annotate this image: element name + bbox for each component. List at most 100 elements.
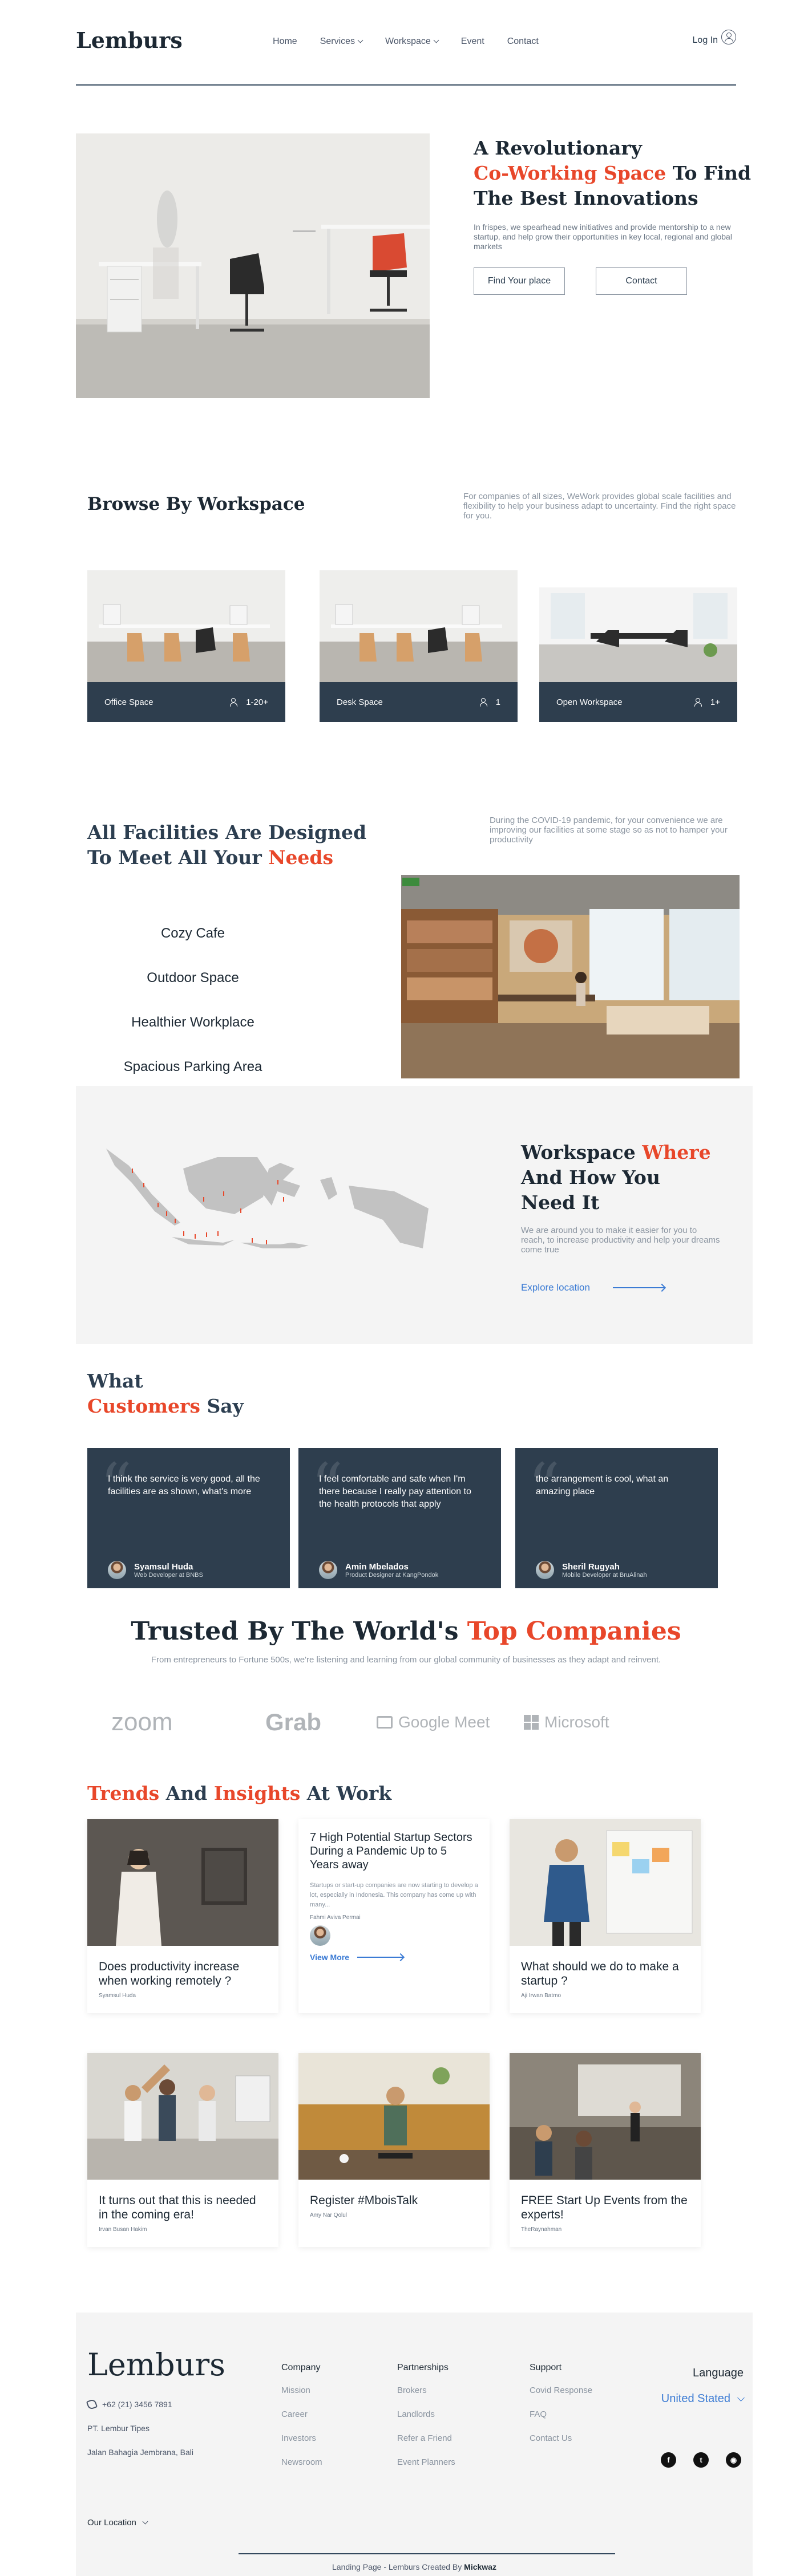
- article-title: It turns out that this is needed in the …: [99, 2194, 256, 2221]
- browse-description: For companies of all sizes, WeWork provi…: [463, 492, 736, 521]
- trends-title-accent: Insights: [213, 1782, 301, 1804]
- video-camera-icon: [377, 1716, 393, 1729]
- person-role: Mobile Developer at BruAlinah: [562, 1571, 647, 1579]
- chevron-down-icon: [357, 37, 363, 43]
- testimonial-person: Syamsul Huda Web Developer at BNBS: [108, 1561, 203, 1579]
- footer-link[interactable]: Brokers: [397, 2386, 455, 2409]
- footer-link[interactable]: Investors: [281, 2433, 322, 2457]
- article-card[interactable]: Register #MboisTalk Amy Nar Qolul: [298, 2053, 490, 2247]
- article-card[interactable]: Does productivity increase when working …: [87, 1819, 278, 2013]
- hero-text-block: A Revolutionary Co-Working Space To Find …: [474, 136, 753, 295]
- login-label: Log In: [692, 35, 718, 45]
- explore-location-link[interactable]: Explore location: [521, 1282, 721, 1293]
- credit-text: Landing Page - Lemburs Created By: [332, 2562, 464, 2571]
- facility-item[interactable]: Healthier Workplace: [87, 1000, 298, 1045]
- article-author: TheRaynahman: [521, 2226, 562, 2233]
- article-card[interactable]: FREE Start Up Events from the experts! T…: [510, 2053, 701, 2247]
- our-location-dropdown[interactable]: Our Location: [87, 2518, 148, 2528]
- people-icon: [230, 698, 240, 707]
- hero-section: A Revolutionary Co-Working Space To Find …: [0, 86, 812, 411]
- article-image: [298, 2053, 490, 2180]
- featured-article-excerpt: Startups or start-up companies are now s…: [310, 1882, 478, 1908]
- facilities-list: Cozy Cafe Outdoor Space Healthier Workpl…: [87, 911, 298, 1089]
- language-dropdown[interactable]: United Stated: [647, 2392, 745, 2405]
- footer-phone: +62 (21) 3456 7891: [86, 2392, 193, 2416]
- arrow-right-icon: [612, 1287, 664, 1288]
- workspace-card-bar: Desk Space 1: [320, 682, 518, 722]
- article-body: What should we do to make a startup ? Aj…: [510, 1946, 701, 2009]
- grab-logo: Grab: [265, 1709, 322, 1735]
- workspace-card-desk[interactable]: Desk Space 1: [320, 570, 518, 722]
- workspace-name: Open Workspace: [556, 697, 623, 707]
- hero-buttons: Find Your place Contact: [474, 267, 753, 295]
- facilities-description: During the COVID-19 pandemic, for your c…: [490, 816, 728, 845]
- article-author: Aji Irwan Batmo: [521, 1993, 561, 1999]
- hero-title: A Revolutionary Co-Working Space To Find …: [474, 136, 753, 211]
- footer-logo[interactable]: Lemburs: [87, 2347, 225, 2383]
- person-name: Syamsul Huda: [134, 1561, 193, 1572]
- trends-title-part: And: [159, 1782, 214, 1804]
- instagram-icon[interactable]: ◉: [726, 2452, 741, 2468]
- microsoft-label: Microsoft: [544, 1713, 609, 1731]
- nav-event[interactable]: Event: [461, 36, 484, 47]
- footer-link[interactable]: Mission: [281, 2386, 322, 2409]
- avatar: [536, 1561, 554, 1579]
- footer-link[interactable]: FAQ: [530, 2409, 592, 2433]
- footer-divider: [239, 2553, 615, 2554]
- footer-link[interactable]: Career: [281, 2409, 322, 2433]
- twitter-icon[interactable]: t: [693, 2452, 709, 2468]
- person-role: Product Designer at KangPondok: [345, 1571, 439, 1579]
- facility-item[interactable]: Spacious Parking Area: [87, 1045, 298, 1089]
- credit-author[interactable]: Mickwaz: [464, 2562, 496, 2571]
- customers-title: What Customers Say: [87, 1369, 244, 1419]
- footer-link[interactable]: Refer a Friend: [397, 2433, 455, 2457]
- facility-item[interactable]: Cozy Cafe: [87, 911, 298, 956]
- featured-article-title: 7 High Potential Startup Sectors During …: [310, 1831, 472, 1871]
- site-logo[interactable]: Lemburs: [76, 27, 183, 53]
- article-image: [87, 1819, 278, 1946]
- map-text-block: Workspace Where And How You Need It We a…: [521, 1140, 721, 1293]
- featured-article-card[interactable]: 7 High Potential Startup Sectors During …: [298, 1819, 490, 2013]
- footer-link[interactable]: Newsroom: [281, 2457, 322, 2481]
- footer-credit: Landing Page - Lemburs Created By Mickwa…: [76, 2562, 753, 2571]
- facebook-icon[interactable]: f: [661, 2452, 676, 2468]
- footer-link[interactable]: Landlords: [397, 2409, 455, 2433]
- map-title-part: And How You Need It: [521, 1166, 660, 1214]
- view-more-link[interactable]: View More: [310, 1953, 478, 1962]
- workspace-image: [320, 570, 518, 682]
- testimonial-card: “ the arrangement is cool, what an amazi…: [515, 1448, 718, 1588]
- facilities-title-accent: Needs: [268, 846, 334, 869]
- article-author: Syamsul Huda: [99, 1993, 136, 1999]
- find-your-place-button[interactable]: Find Your place: [474, 267, 565, 295]
- workspace-card-open[interactable]: Open Workspace 1+: [539, 570, 737, 722]
- workspace-capacity: 1+: [694, 697, 720, 707]
- capacity-value: 1: [495, 697, 500, 707]
- map-title-accent: Where: [642, 1141, 711, 1163]
- article-card[interactable]: It turns out that this is needed in the …: [87, 2053, 278, 2247]
- google-meet-label: Google Meet: [398, 1713, 490, 1731]
- hero-office-image: [76, 133, 430, 398]
- nav-workspace[interactable]: Workspace: [385, 36, 439, 47]
- nav-contact[interactable]: Contact: [507, 36, 539, 47]
- testimonial-person: Amin Mbelados Product Designer at KangPon…: [319, 1561, 438, 1579]
- footer-column-title: Partnerships: [397, 2363, 449, 2372]
- workspace-card-bar: Office Space 1-20+: [87, 682, 285, 722]
- login-button[interactable]: Log In: [692, 30, 736, 48]
- article-card[interactable]: What should we do to make a startup ? Aj…: [510, 1819, 701, 2013]
- article-title: Does productivity increase when working …: [99, 1960, 240, 1987]
- nav-home[interactable]: Home: [273, 36, 297, 47]
- footer-link[interactable]: Contact Us: [530, 2433, 592, 2457]
- testimonial-card: “ I feel comfortable and safe when I'm t…: [298, 1448, 501, 1588]
- contact-button[interactable]: Contact: [596, 267, 687, 295]
- windows-squares-icon: [524, 1715, 539, 1730]
- chevron-down-icon: [433, 37, 439, 43]
- footer-link[interactable]: Covid Response: [530, 2386, 592, 2409]
- footer-contact-info: +62 (21) 3456 7891 PT. Lembur Tipes Jala…: [86, 2392, 193, 2464]
- workspace-card-office[interactable]: Office Space 1-20+: [87, 570, 285, 722]
- article-author: Amy Nar Qolul: [310, 2212, 348, 2218]
- footer-link[interactable]: Event Planners: [397, 2457, 455, 2481]
- facility-item[interactable]: Outdoor Space: [87, 956, 298, 1000]
- customers-title-part: What: [87, 1370, 143, 1392]
- footer-column-title: Company: [281, 2363, 321, 2372]
- nav-services[interactable]: Services: [320, 36, 363, 47]
